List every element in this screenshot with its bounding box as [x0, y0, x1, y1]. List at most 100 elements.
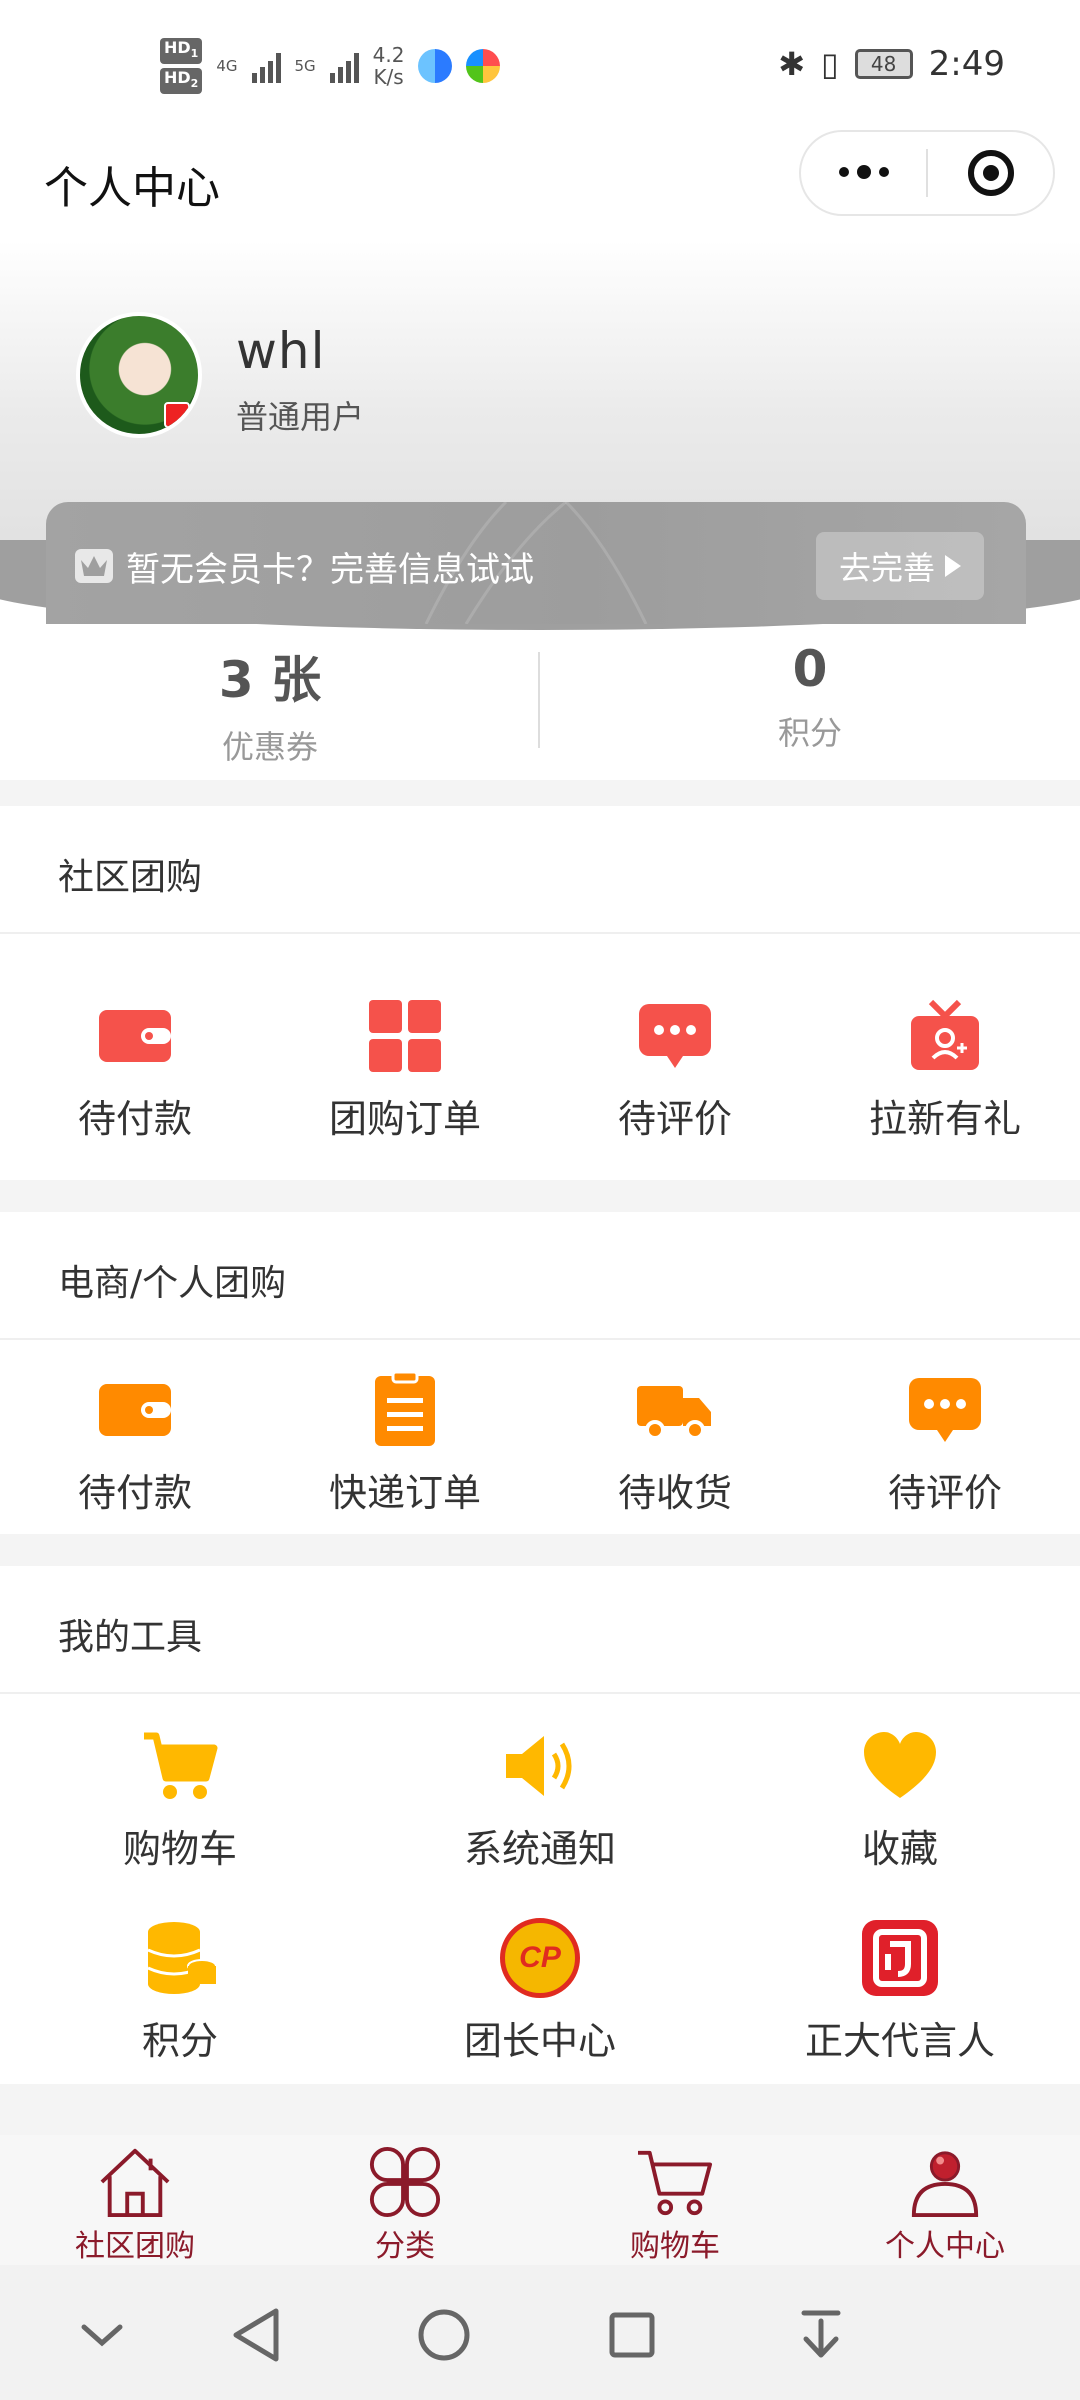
cart-icon	[638, 2150, 712, 2216]
tool-points[interactable]: 积分	[0, 1918, 360, 2065]
tab-category-label: 分类	[375, 2229, 435, 2264]
page-title: 个人中心	[44, 163, 220, 214]
more-button[interactable]	[801, 132, 926, 214]
community-section-title: 社区团购	[58, 857, 203, 898]
tab-profile[interactable]: 个人中心	[810, 2135, 1080, 2265]
tab-community[interactable]: 社区团购	[0, 2135, 270, 2265]
tool-leader-center-label: 团长中心	[463, 2019, 616, 2063]
community-pending-review[interactable]: 待评价	[540, 996, 810, 1143]
miniprogram-capsule	[799, 130, 1055, 216]
ecommerce-section: 电商/个人团购 待付款 快递订单 待收货 待评价	[0, 1212, 1080, 1534]
battery-icon: 48	[854, 49, 913, 79]
status-left: HD1 HD2 4G 5G 4.2 K/s	[160, 38, 501, 95]
community-section: 社区团购 待付款 团购订单 待评价 拉新有礼	[0, 806, 1080, 1180]
more-dots-icon	[838, 165, 889, 179]
cart-icon	[144, 1732, 218, 1799]
close-button[interactable]	[928, 132, 1053, 214]
pending-receipt[interactable]: 待收货	[540, 1370, 810, 1517]
community-pending-payment-label: 待付款	[77, 1097, 192, 1141]
hd1-badge: HD1	[160, 38, 203, 65]
wallet-icon	[99, 1010, 171, 1062]
flag-badge-icon	[164, 402, 190, 428]
ecommerce-grid: 待付款 快递订单 待收货 待评价	[0, 1370, 1080, 1517]
network-5g-label: 5G	[294, 56, 316, 75]
back-icon[interactable]	[233, 2308, 279, 2362]
network-speed: 4.2 K/s	[372, 43, 405, 90]
user-level: 普通用户	[236, 398, 365, 436]
brand-logo-icon	[862, 1920, 938, 1996]
chat-bubble-icon	[639, 1004, 711, 1068]
tab-profile-label: 个人中心	[885, 2229, 1005, 2264]
app-notification2-icon	[466, 49, 501, 84]
signal2-icon	[329, 49, 359, 84]
section-divider	[0, 1692, 1080, 1694]
coupon-label: 优惠券	[221, 728, 318, 766]
coins-icon	[147, 1922, 217, 1994]
crown-icon	[75, 549, 113, 583]
clock: 2:49	[928, 44, 1005, 84]
home-circle-icon[interactable]	[418, 2309, 470, 2361]
system-nav-icons	[81, 2308, 841, 2362]
bluetooth-icon: ✱	[778, 45, 806, 83]
network-4g-label: 4G	[216, 56, 238, 75]
tool-notifications-label: 系统通知	[463, 1827, 616, 1871]
gift-icon	[911, 999, 979, 1070]
tools-section: 我的工具 购物车 系统通知 收藏 积分 CP 团长中心 正大代言人	[0, 1566, 1080, 2084]
ecommerce-pending-payment-label: 待付款	[77, 1471, 192, 1515]
tool-ambassador[interactable]: 正大代言人	[720, 1918, 1080, 2065]
chat-bubble-icon	[909, 1378, 981, 1442]
express-orders[interactable]: 快递订单	[270, 1370, 540, 1517]
app-notification-icon	[418, 49, 453, 84]
tool-ambassador-label: 正大代言人	[804, 2019, 995, 2063]
points-label: 积分	[777, 714, 842, 752]
category-icon	[369, 2146, 441, 2218]
tool-points-label: 积分	[141, 2019, 218, 2063]
community-invite-reward[interactable]: 拉新有礼	[810, 996, 1080, 1143]
community-group-orders-label: 团购订单	[328, 1097, 481, 1141]
express-orders-label: 快递订单	[328, 1471, 481, 1515]
cp-badge-icon: CP	[500, 1918, 580, 1998]
tool-favorites[interactable]: 收藏	[720, 1726, 1080, 1873]
section-divider	[0, 932, 1080, 934]
recents-square-icon[interactable]	[609, 2312, 655, 2358]
community-pending-payment[interactable]: 待付款	[0, 996, 270, 1143]
complete-info-button[interactable]: 去完善	[816, 532, 984, 600]
tool-cart-label: 购物车	[122, 1827, 237, 1871]
ecommerce-section-title: 电商/个人团购	[58, 1263, 287, 1304]
target-icon	[967, 150, 1014, 196]
points-count: 0	[792, 640, 828, 698]
cp-badge-text: CP	[519, 1941, 561, 1974]
tab-category[interactable]: 分类	[270, 2135, 540, 2265]
tool-notifications[interactable]: 系统通知	[360, 1726, 720, 1873]
clipboard-icon	[375, 1370, 435, 1446]
points-stat[interactable]: 0 积分	[540, 640, 1080, 754]
community-group-orders[interactable]: 团购订单	[270, 996, 540, 1143]
tool-cart[interactable]: 购物车	[0, 1726, 360, 1873]
coupon-stat[interactable]: 3 张 优惠券	[0, 640, 540, 768]
truck-icon	[637, 1386, 711, 1440]
grid-icon	[369, 1000, 441, 1072]
play-arrow-icon	[945, 555, 961, 577]
bottom-tab-bar: 社区团购 分类 购物车 个人中心	[0, 2135, 1080, 2265]
ecommerce-pending-payment[interactable]: 待付款	[0, 1370, 270, 1517]
community-invite-reward-label: 拉新有礼	[868, 1097, 1021, 1141]
tool-leader-center[interactable]: CP 团长中心	[360, 1918, 720, 2065]
tools-grid-row2: 积分 CP 团长中心 正大代言人	[0, 1918, 1080, 2065]
user-name: whl	[236, 322, 326, 380]
tab-cart[interactable]: 购物车	[540, 2135, 810, 2265]
status-right: ✱ ▯ 48 2:49	[778, 44, 1005, 84]
notification-pulldown-icon[interactable]	[801, 2310, 841, 2358]
pending-receipt-label: 待收货	[617, 1471, 732, 1515]
collapse-chevron-icon[interactable]	[81, 2324, 123, 2347]
ecommerce-pending-review[interactable]: 待评价	[810, 1370, 1080, 1517]
tools-section-title: 我的工具	[58, 1617, 203, 1658]
speaker-icon	[506, 1736, 572, 1796]
user-icon	[911, 2151, 979, 2218]
hd-indicators: HD1 HD2	[160, 38, 203, 95]
system-nav-bar	[0, 2265, 1080, 2400]
section-divider	[0, 1338, 1080, 1340]
avatar[interactable]	[76, 312, 202, 438]
wallet-icon	[99, 1384, 171, 1436]
coupon-count: 3 张	[218, 651, 322, 709]
vip-prompt-text: 暂无会员卡？完善信息试试	[126, 550, 534, 590]
